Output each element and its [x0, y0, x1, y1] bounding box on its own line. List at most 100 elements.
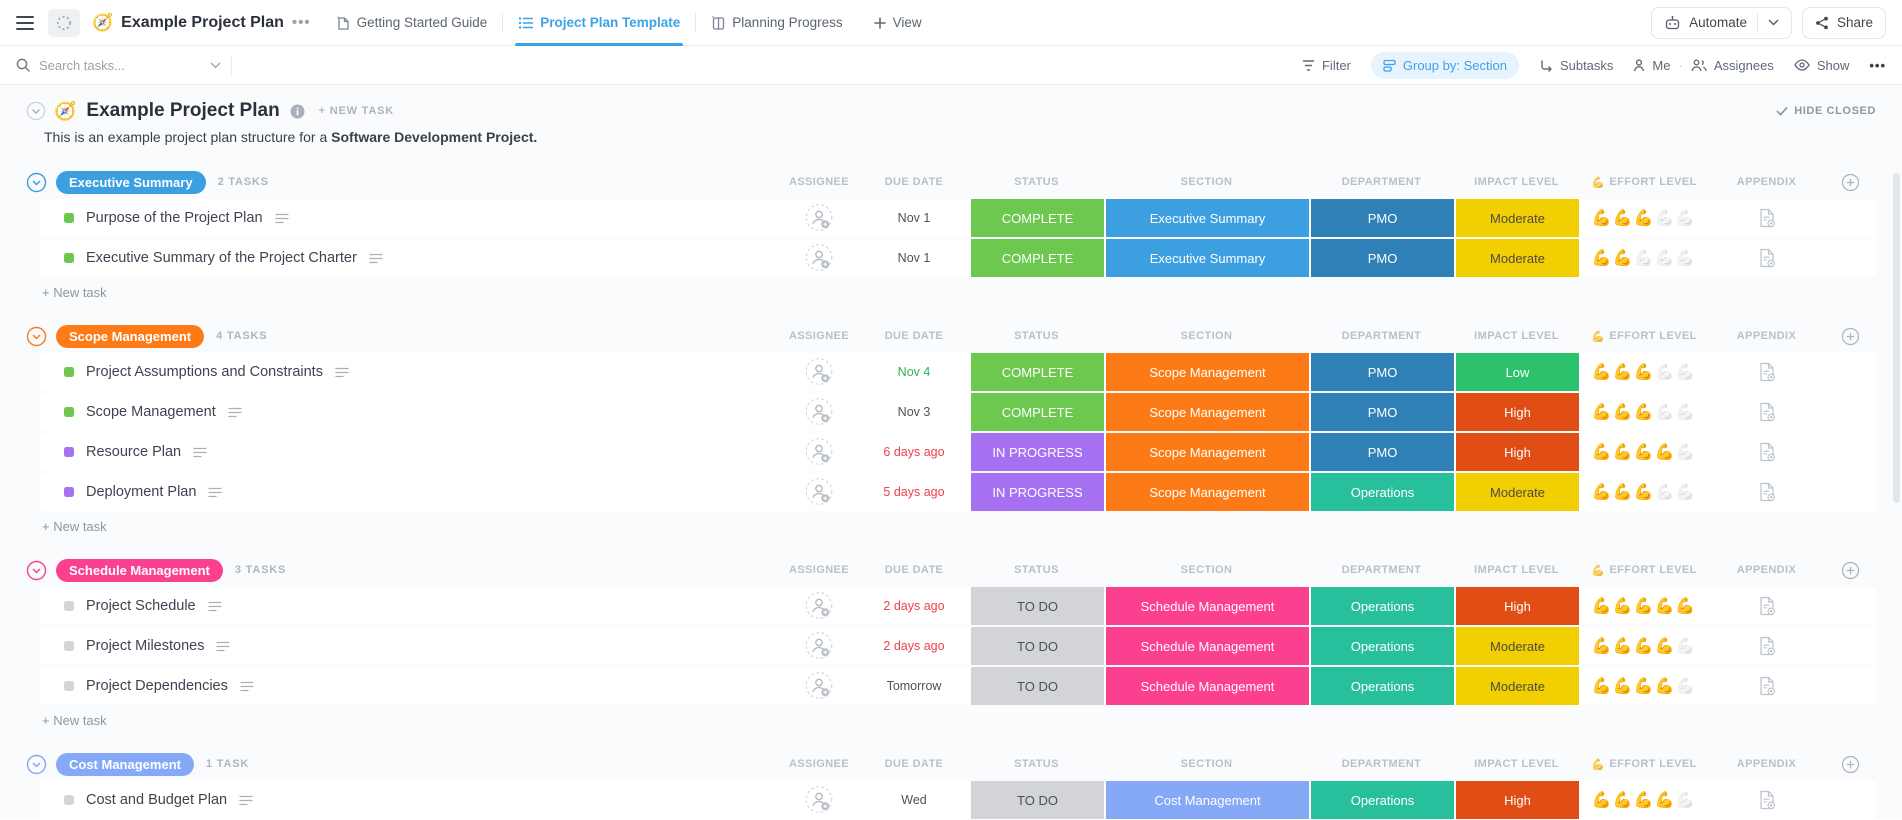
group-badge[interactable]: Schedule Management [56, 559, 223, 582]
impact-cell[interactable]: Moderate [1454, 239, 1579, 277]
impact-cell[interactable]: High [1454, 393, 1579, 431]
list-title[interactable]: Example Project Plan [121, 14, 284, 32]
task-name[interactable]: Project Milestones [86, 638, 204, 654]
group-collapse-button[interactable] [26, 326, 47, 347]
column-header-effort-level[interactable]: 💪EFFORT LEVEL [1579, 561, 1709, 580]
add-column-button[interactable] [1824, 561, 1876, 580]
effort-level-cell[interactable]: 💪💪💪💪💪 [1579, 393, 1709, 431]
task-status-bullet[interactable] [64, 253, 74, 263]
hide-closed-button[interactable]: HIDE CLOSED [1776, 105, 1876, 117]
effort-level-cell[interactable]: 💪💪💪💪💪 [1579, 667, 1709, 705]
new-task-button-top[interactable]: + NEW TASK [319, 105, 394, 117]
group-badge[interactable]: Scope Management [56, 325, 204, 348]
column-header-status[interactable]: STATUS [969, 327, 1104, 346]
section-cell[interactable]: Schedule Management [1104, 587, 1309, 625]
task-status-bullet[interactable] [64, 367, 74, 377]
new-task-button[interactable]: + New task [26, 513, 1876, 539]
description-icon[interactable] [208, 601, 222, 612]
assignees-button[interactable]: Assignees [1691, 58, 1774, 73]
column-header-status[interactable]: STATUS [969, 561, 1104, 580]
status-cell[interactable]: COMPLETE [969, 353, 1104, 391]
column-header-section[interactable]: SECTION [1104, 173, 1309, 192]
column-header-section[interactable]: SECTION [1104, 755, 1309, 774]
search-input[interactable]: Search tasks... [16, 58, 221, 73]
column-header-department[interactable]: DEPARTMENT [1309, 755, 1454, 774]
menu-icon[interactable] [16, 15, 34, 31]
assignee-add-button[interactable] [779, 473, 859, 511]
due-date[interactable]: 2 days ago [859, 587, 969, 625]
department-cell[interactable]: PMO [1309, 393, 1454, 431]
column-header-due-date[interactable]: DUE DATE [859, 561, 969, 580]
group-collapse-button[interactable] [26, 560, 47, 581]
add-view-button[interactable]: View [874, 15, 922, 30]
task-name[interactable]: Resource Plan [86, 444, 181, 460]
due-date[interactable]: Nov 1 [859, 239, 969, 277]
column-header-appendix[interactable]: APPENDIX [1709, 755, 1824, 774]
section-cell[interactable]: Schedule Management [1104, 627, 1309, 665]
column-header-effort-level[interactable]: 💪EFFORT LEVEL [1579, 327, 1709, 346]
section-cell[interactable]: Scope Management [1104, 393, 1309, 431]
add-column-button[interactable] [1824, 173, 1876, 192]
info-icon[interactable] [290, 104, 305, 119]
due-date[interactable]: Wed [859, 781, 969, 819]
impact-cell[interactable]: Moderate [1454, 627, 1579, 665]
department-cell[interactable]: Operations [1309, 667, 1454, 705]
appendix-add-button[interactable] [1709, 433, 1824, 471]
task-status-bullet[interactable] [64, 641, 74, 651]
tab-getting-started-guide[interactable]: Getting Started Guide [321, 0, 503, 45]
column-header-status[interactable]: STATUS [969, 755, 1104, 774]
collapse-all-icon[interactable] [26, 101, 46, 121]
column-header-appendix[interactable]: APPENDIX [1709, 561, 1824, 580]
task-status-bullet[interactable] [64, 447, 74, 457]
group-collapse-button[interactable] [26, 172, 47, 193]
effort-level-cell[interactable]: 💪💪💪💪💪 [1579, 587, 1709, 625]
assignee-add-button[interactable] [779, 587, 859, 625]
impact-cell[interactable]: Moderate [1454, 199, 1579, 237]
assignee-add-button[interactable] [779, 781, 859, 819]
section-cell[interactable]: Scope Management [1104, 353, 1309, 391]
filter-button[interactable]: Filter [1302, 58, 1351, 73]
due-date[interactable]: Nov 3 [859, 393, 969, 431]
column-header-effort-level[interactable]: 💪EFFORT LEVEL [1579, 173, 1709, 192]
appendix-add-button[interactable] [1709, 353, 1824, 391]
column-header-due-date[interactable]: DUE DATE [859, 755, 969, 774]
section-cell[interactable]: Scope Management [1104, 433, 1309, 471]
vertical-scrollbar[interactable] [1893, 173, 1900, 820]
impact-cell[interactable]: Moderate [1454, 667, 1579, 705]
column-header-assignee[interactable]: ASSIGNEE [779, 561, 859, 580]
column-header-section[interactable]: SECTION [1104, 561, 1309, 580]
column-header-department[interactable]: DEPARTMENT [1309, 561, 1454, 580]
effort-level-cell[interactable]: 💪💪💪💪💪 [1579, 353, 1709, 391]
description-icon[interactable] [239, 795, 253, 806]
new-task-button[interactable]: + New task [26, 279, 1876, 305]
column-header-effort-level[interactable]: 💪EFFORT LEVEL [1579, 755, 1709, 774]
description-icon[interactable] [240, 681, 254, 692]
department-cell[interactable]: PMO [1309, 239, 1454, 277]
task-name[interactable]: Project Assumptions and Constraints [86, 364, 323, 380]
task-status-bullet[interactable] [64, 487, 74, 497]
tab-planning-progress[interactable]: Planning Progress [696, 0, 857, 45]
effort-level-cell[interactable]: 💪💪💪💪💪 [1579, 433, 1709, 471]
due-date[interactable]: 2 days ago [859, 627, 969, 665]
column-header-status[interactable]: STATUS [969, 173, 1104, 192]
subtasks-button[interactable]: Subtasks [1539, 58, 1613, 73]
department-cell[interactable]: PMO [1309, 353, 1454, 391]
section-cell[interactable]: Executive Summary [1104, 239, 1309, 277]
due-date[interactable]: 5 days ago [859, 473, 969, 511]
status-cell[interactable]: TO DO [969, 781, 1104, 819]
task-name[interactable]: Purpose of the Project Plan [86, 210, 263, 226]
group-badge[interactable]: Executive Summary [56, 171, 206, 194]
appendix-add-button[interactable] [1709, 199, 1824, 237]
assignee-add-button[interactable] [779, 667, 859, 705]
effort-level-cell[interactable]: 💪💪💪💪💪 [1579, 239, 1709, 277]
column-header-department[interactable]: DEPARTMENT [1309, 173, 1454, 192]
sync-status-button[interactable] [48, 9, 80, 37]
add-column-button[interactable] [1824, 327, 1876, 346]
description-icon[interactable] [275, 213, 289, 224]
description-icon[interactable] [208, 487, 222, 498]
share-button[interactable]: Share [1802, 7, 1886, 39]
column-header-impact-level[interactable]: IMPACT LEVEL [1454, 755, 1579, 774]
group-collapse-button[interactable] [26, 754, 47, 775]
department-cell[interactable]: PMO [1309, 433, 1454, 471]
status-cell[interactable]: IN PROGRESS [969, 433, 1104, 471]
